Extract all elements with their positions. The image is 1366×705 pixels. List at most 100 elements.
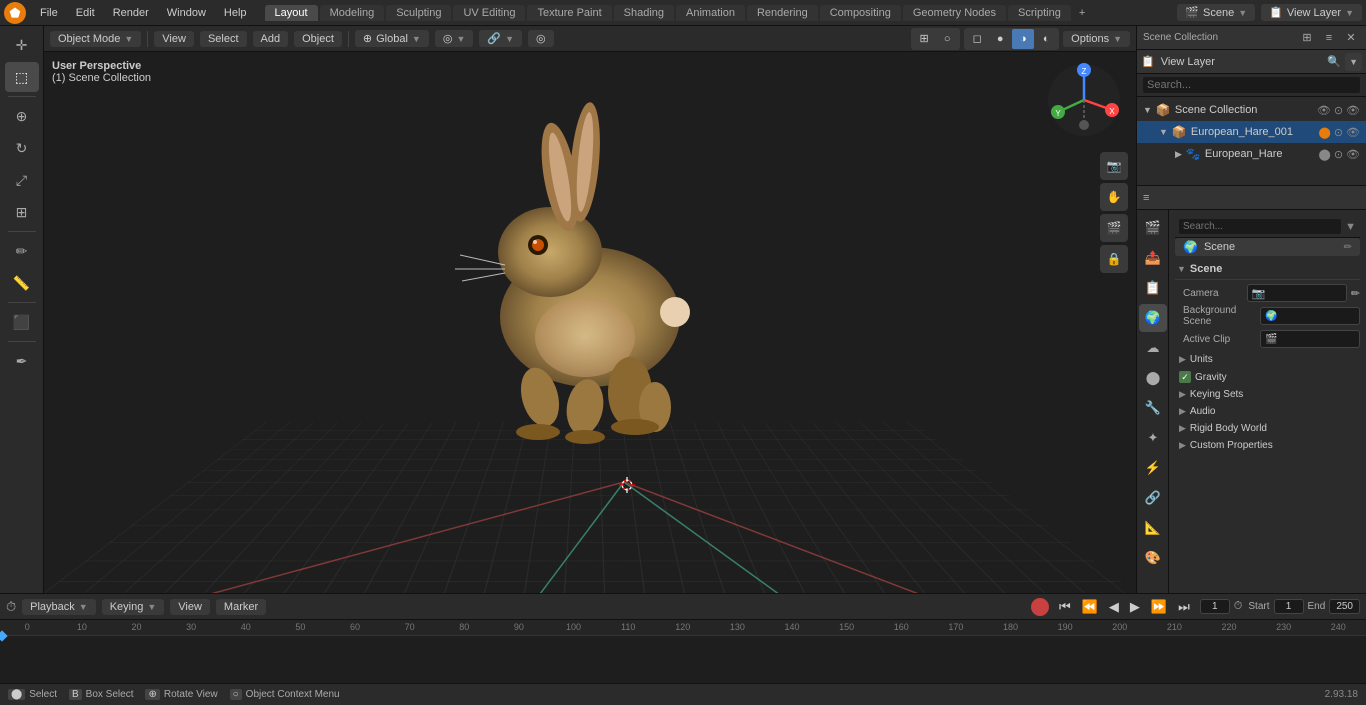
- props-tab-constraints[interactable]: 🔗: [1139, 484, 1167, 512]
- render-icon[interactable]: 🎬: [1100, 214, 1128, 242]
- scale-tool[interactable]: ⤢: [5, 165, 39, 195]
- tab-animation[interactable]: Animation: [676, 5, 745, 21]
- transform-tool[interactable]: ⊞: [5, 197, 39, 227]
- units-section[interactable]: ▶ Units: [1175, 351, 1360, 368]
- end-frame-input[interactable]: 250: [1329, 599, 1360, 614]
- jump-start-btn[interactable]: ⏮: [1055, 597, 1075, 617]
- move-tool[interactable]: ⊕: [5, 101, 39, 131]
- add-workspace-button[interactable]: +: [1073, 5, 1091, 21]
- playback-btn[interactable]: Playback ▼: [22, 599, 96, 615]
- clock-icon[interactable]: ⏱: [1234, 600, 1243, 613]
- scene-collection-expand[interactable]: ▼: [1143, 105, 1152, 115]
- props-tab-view-layer[interactable]: 📋: [1139, 274, 1167, 302]
- camera-field[interactable]: 📷: [1247, 284, 1347, 302]
- tab-modeling[interactable]: Modeling: [320, 5, 385, 21]
- marker-btn[interactable]: Marker: [216, 599, 266, 615]
- menu-edit[interactable]: Edit: [68, 5, 103, 21]
- snap-btn[interactable]: 🔗 ▼: [479, 30, 522, 47]
- gravity-section[interactable]: ✓ Gravity: [1175, 368, 1360, 386]
- lock-icon[interactable]: 🔒: [1100, 245, 1128, 273]
- hide-action[interactable]: 👁: [1346, 104, 1360, 117]
- tab-sculpting[interactable]: Sculpting: [386, 5, 451, 21]
- props-tab-render[interactable]: 🎬: [1139, 214, 1167, 242]
- timeline-icon[interactable]: ⏱: [6, 599, 16, 615]
- cursor-tool[interactable]: ✛: [5, 30, 39, 60]
- rendered-btn[interactable]: ◐: [1035, 29, 1057, 49]
- record-btn[interactable]: [1031, 598, 1049, 616]
- eye-action[interactable]: 👁: [1317, 104, 1331, 117]
- solid-btn[interactable]: ●: [989, 29, 1011, 49]
- grease-pencil-tool[interactable]: ✒: [5, 346, 39, 376]
- props-tab-data[interactable]: 📐: [1139, 514, 1167, 542]
- play-reverse-btn[interactable]: ◀: [1105, 597, 1123, 617]
- outliner-close-icon[interactable]: ✕: [1342, 29, 1360, 47]
- hare001-render-action[interactable]: ⬤: [1319, 126, 1331, 139]
- active-clip-field[interactable]: 🎬: [1260, 330, 1360, 348]
- props-tab-world[interactable]: ☁: [1139, 334, 1167, 362]
- add-menu-btn[interactable]: Add: [253, 31, 289, 47]
- show-overlays-btn[interactable]: ○: [936, 29, 958, 49]
- outliner-scene-collection[interactable]: ▼ 📦 Scene Collection 👁 ⊙ 👁: [1137, 99, 1366, 121]
- timeline-ruler[interactable]: 0102030405060708090100110120130140150160…: [0, 620, 1366, 683]
- object-menu-btn[interactable]: Object: [294, 31, 342, 47]
- background-scene-field[interactable]: 🌍: [1260, 307, 1360, 325]
- tab-layout[interactable]: Layout: [265, 5, 318, 21]
- hare001-expand[interactable]: ▼: [1159, 127, 1168, 137]
- current-frame-input[interactable]: 1: [1200, 599, 1230, 614]
- next-keyframe-btn[interactable]: ⏩: [1147, 597, 1171, 617]
- jump-end-btn[interactable]: ⏭: [1174, 597, 1194, 617]
- props-tab-scene[interactable]: 🌍: [1139, 304, 1167, 332]
- viewport-canvas[interactable]: User Perspective (1) Scene Collection Z …: [44, 52, 1136, 593]
- gravity-checkbox[interactable]: ✓: [1179, 371, 1191, 383]
- show-gizmos-btn[interactable]: ⊞: [913, 29, 935, 49]
- outliner-search-input[interactable]: [1143, 77, 1360, 93]
- scene-section-header[interactable]: ▼ Scene: [1175, 259, 1360, 280]
- camera-view-icon[interactable]: 📷: [1100, 152, 1128, 180]
- menu-help[interactable]: Help: [216, 5, 255, 21]
- menu-window[interactable]: Window: [159, 5, 214, 21]
- custom-properties-section[interactable]: ▶ Custom Properties: [1175, 437, 1360, 454]
- hare001-eye-action[interactable]: 👁: [1346, 126, 1360, 139]
- hare-expand[interactable]: ▶: [1175, 149, 1182, 160]
- select-menu-btn[interactable]: Select: [200, 31, 247, 47]
- rigid-body-world-section[interactable]: ▶ Rigid Body World: [1175, 420, 1360, 437]
- tab-scripting[interactable]: Scripting: [1008, 5, 1071, 21]
- measure-tool[interactable]: 📏: [5, 268, 39, 298]
- hare-render-action[interactable]: ⬤: [1319, 148, 1331, 161]
- outliner-filter-icon[interactable]: ⊞: [1298, 29, 1316, 47]
- props-filter-icon[interactable]: ▼: [1345, 221, 1356, 233]
- view-layer-selector[interactable]: 📋 View Layer ▼: [1261, 4, 1362, 21]
- outliner-toggle-icon[interactable]: ≡: [1320, 29, 1338, 47]
- hare001-select-action[interactable]: ⊙: [1334, 126, 1343, 139]
- view-menu-btn[interactable]: View: [154, 31, 194, 47]
- camera-edit-icon[interactable]: ✏: [1351, 287, 1360, 300]
- tab-shading[interactable]: Shading: [614, 5, 674, 21]
- rotate-tool[interactable]: ↻: [5, 133, 39, 163]
- menu-render[interactable]: Render: [105, 5, 157, 21]
- tab-rendering[interactable]: Rendering: [747, 5, 818, 21]
- select-action[interactable]: ⊙: [1334, 104, 1343, 117]
- props-tab-material[interactable]: 🎨: [1139, 544, 1167, 572]
- select-tool[interactable]: ⬚: [5, 62, 39, 92]
- tab-uv-editing[interactable]: UV Editing: [453, 5, 525, 21]
- props-search-input[interactable]: [1179, 219, 1341, 234]
- prev-keyframe-btn[interactable]: ⏪: [1078, 597, 1102, 617]
- outliner-filter-btn[interactable]: ▼: [1345, 53, 1362, 71]
- menu-file[interactable]: File: [32, 5, 66, 21]
- keying-btn[interactable]: Keying ▼: [102, 599, 165, 615]
- props-tab-particles[interactable]: ✦: [1139, 424, 1167, 452]
- view-layer-search-icon[interactable]: 🔍: [1325, 53, 1343, 71]
- props-tab-output[interactable]: 📤: [1139, 244, 1167, 272]
- transform-selector[interactable]: ⊕ Global ▼: [355, 30, 429, 47]
- props-tab-physics[interactable]: ⚡: [1139, 454, 1167, 482]
- pivot-selector[interactable]: ◎ ▼: [435, 30, 474, 47]
- tab-texture-paint[interactable]: Texture Paint: [527, 5, 611, 21]
- scene-selector[interactable]: 🎬 Scene ▼: [1177, 4, 1255, 21]
- hand-icon[interactable]: ✋: [1100, 183, 1128, 211]
- hare-select-action[interactable]: ⊙: [1334, 148, 1343, 161]
- annotate-tool[interactable]: ✏: [5, 236, 39, 266]
- outliner-item-hare001[interactable]: ▼ 📦 European_Hare_001 ⬤ ⊙ 👁: [1137, 121, 1366, 143]
- hare-eye-action[interactable]: 👁: [1346, 148, 1360, 161]
- add-cube-tool[interactable]: ⬛: [5, 307, 39, 337]
- object-mode-btn[interactable]: Object Mode ▼: [50, 31, 141, 47]
